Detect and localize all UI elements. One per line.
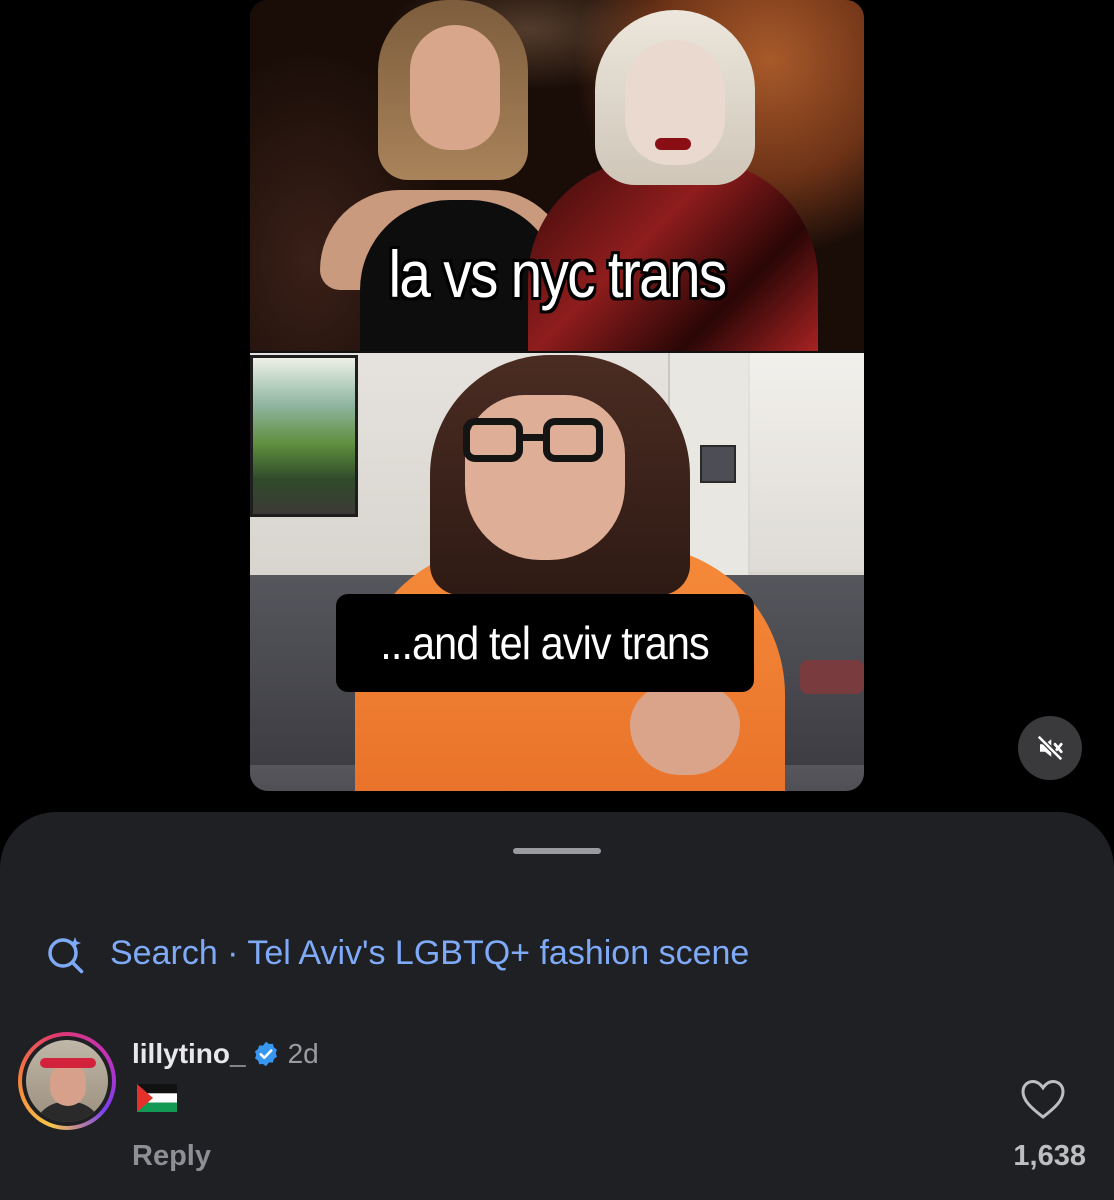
caption-top: la vs nyc trans [388,237,728,311]
sofa-pillow [800,660,864,694]
palestine-flag-emoji [137,1084,177,1112]
search-query: Tel Aviv's LGBTQ+ fashion scene [247,933,750,972]
person-right-lips [655,138,691,150]
wall-poster [250,355,358,517]
heart-outline-icon[interactable] [1020,1078,1066,1120]
reply-button[interactable]: Reply [132,1140,211,1173]
comment-age: 2d [287,1038,319,1069]
search-prefix: Search [110,933,218,972]
avatar-story-ring[interactable] [18,1032,116,1130]
avatar [26,1040,108,1122]
wall-frame [700,445,736,483]
caption-bottom: ...and tel aviv trans [380,617,710,669]
drag-handle[interactable] [513,848,601,854]
comment-username[interactable]: lillytino_ [132,1038,246,1070]
speaker-muted-icon [1036,734,1064,762]
panel-divider [250,351,864,353]
like-count: 1,638 [1013,1140,1086,1172]
search-sparkle-icon [48,937,84,974]
caption-bottom-box: ...and tel aviv trans [336,594,754,692]
mute-button[interactable] [1018,716,1082,780]
reel-video[interactable]: la vs nyc trans ...and tel aviv trans [250,0,864,791]
person-left-face [410,25,500,150]
hallway [750,352,864,572]
verified-badge-icon [254,1041,277,1067]
screen: la vs nyc trans ...and tel aviv trans Se… [0,0,1114,1200]
pointing-hand [630,685,740,775]
search-separator: · [217,933,248,972]
comment-header: lillytino_ 2d [132,1034,319,1074]
glasses [463,418,603,464]
comments-sheet[interactable]: Search · Tel Aviv's LGBTQ+ fashion scene… [0,812,1114,1200]
search-suggestion[interactable]: Search · Tel Aviv's LGBTQ+ fashion scene [44,928,749,978]
